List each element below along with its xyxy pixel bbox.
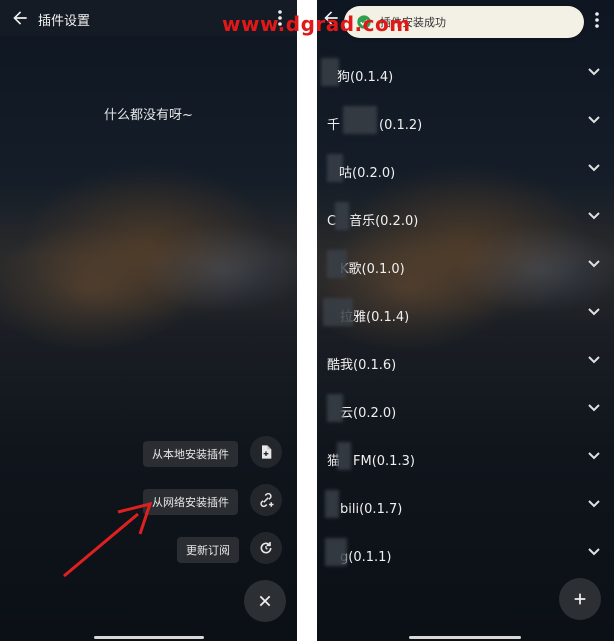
plugin-list: 狗(0.1.4) 千 (0.1.2) 咕(0.2.0) C 音乐(0.2.0) … [317, 48, 614, 576]
plugin-item[interactable]: 千 (0.1.2) [317, 96, 614, 144]
plugin-name: 酷我(0.1.6) [327, 358, 397, 373]
plugin-item[interactable]: 咕(0.2.0) [317, 144, 614, 192]
chevron-down-icon[interactable] [588, 116, 600, 124]
plugin-item[interactable]: g(0.1.1) [317, 528, 614, 576]
chevron-down-icon[interactable] [588, 452, 600, 460]
chevron-down-icon[interactable] [588, 404, 600, 412]
plugin-item[interactable]: C 音乐(0.2.0) [317, 192, 614, 240]
update-subscription-label[interactable]: 更新订阅 [177, 537, 239, 563]
back-arrow-icon[interactable] [10, 8, 30, 28]
chevron-down-icon[interactable] [588, 308, 600, 316]
chevron-down-icon[interactable] [588, 260, 600, 268]
close-fab-button[interactable] [244, 580, 286, 622]
plugin-item[interactable]: bili(0.1.7) [317, 480, 614, 528]
install-network-button[interactable] [250, 484, 282, 516]
plugin-item[interactable]: 狗(0.1.4) [317, 48, 614, 96]
plugin-item[interactable]: K歌(0.1.0) [317, 240, 614, 288]
empty-state-message: 什么都没有呀~ [104, 108, 193, 123]
chevron-down-icon[interactable] [588, 356, 600, 364]
chevron-down-icon[interactable] [588, 548, 600, 556]
page-title: 插件设置 [38, 14, 91, 29]
plugin-item[interactable]: 猫 FM(0.1.3) [317, 432, 614, 480]
home-indicator [409, 636, 521, 639]
plugin-name: 狗(0.1.4) [337, 70, 394, 85]
chevron-down-icon[interactable] [588, 500, 600, 508]
plus-icon [574, 593, 586, 605]
plugin-item[interactable]: 拉雅(0.1.4) [317, 288, 614, 336]
add-plugin-button[interactable] [559, 578, 601, 620]
divider [297, 0, 317, 641]
close-icon [259, 595, 271, 607]
plugin-name: 咕(0.2.0) [339, 166, 396, 181]
install-local-button[interactable] [250, 436, 282, 468]
chevron-down-icon[interactable] [588, 212, 600, 220]
plugin-settings-screen: 插件设置 什么都没有呀~ 从本地安装插件 从网络安装插件 更新订阅 [0, 0, 297, 641]
more-vert-icon[interactable] [594, 10, 600, 30]
refresh-icon [260, 542, 272, 554]
plugin-item[interactable]: 酷我(0.1.6) [317, 336, 614, 384]
chevron-down-icon[interactable] [588, 68, 600, 76]
chevron-down-icon[interactable] [588, 164, 600, 172]
plugin-item[interactable]: 云(0.2.0) [317, 384, 614, 432]
install-local-label[interactable]: 从本地安装插件 [143, 441, 238, 467]
red-annotation-arrow-icon [63, 501, 153, 578]
watermark-text: www.dgrad.com [222, 12, 411, 36]
link-add-icon [260, 492, 274, 508]
home-indicator [94, 636, 204, 639]
file-add-icon [262, 445, 272, 459]
plugin-list-screen: 插件安装成功 狗(0.1.4) 千 (0.1.2) 咕(0.2.0) C 音乐(… [317, 0, 614, 641]
update-subscription-button[interactable] [250, 532, 282, 564]
